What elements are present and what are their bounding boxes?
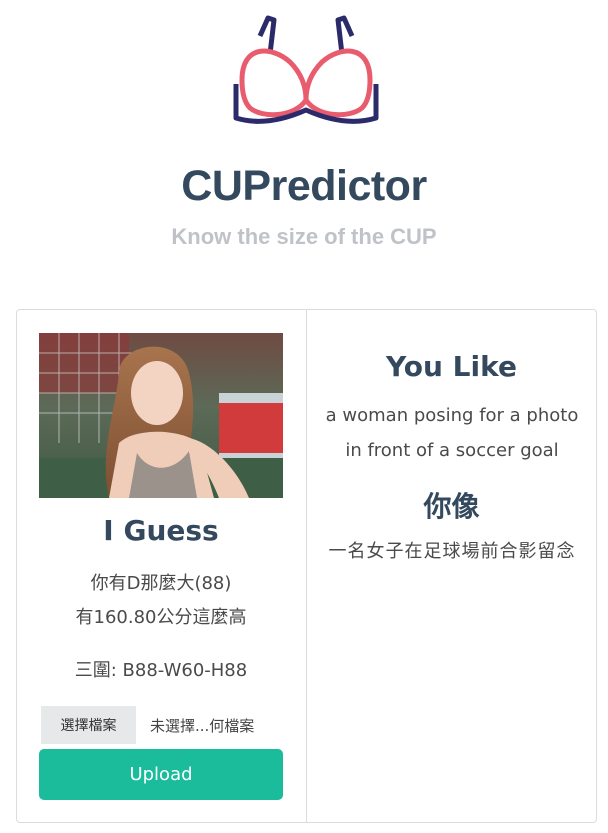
- tagline: Know the size of the CUP: [171, 224, 437, 249]
- upload-button[interactable]: Upload: [39, 749, 283, 800]
- description-zh: 一名女子在足球場前合影留念: [328, 541, 576, 562]
- uploaded-photo: [39, 333, 283, 498]
- cup-result: 你有D那麼大(88): [90, 573, 232, 594]
- you-like-heading-zh: 你像: [423, 490, 480, 523]
- choose-file-button[interactable]: 選擇檔案: [41, 706, 136, 744]
- you-like-heading: You Like: [386, 350, 517, 383]
- measurements-result: 三圍: B88-W60-H88: [74, 660, 248, 681]
- height-result: 有160.80公分這麼高: [75, 607, 247, 628]
- brand-title: CUPredictor: [181, 162, 427, 210]
- description-en: a woman posing for a photo in front of a…: [325, 405, 579, 461]
- guess-heading: I Guess: [103, 514, 219, 547]
- file-name-label: 未選擇...何檔案: [150, 716, 255, 735]
- file-input[interactable]: 選擇檔案 未選擇...何檔案: [41, 706, 281, 744]
- bra-icon: [232, 14, 380, 130]
- card-divider: [306, 309, 307, 823]
